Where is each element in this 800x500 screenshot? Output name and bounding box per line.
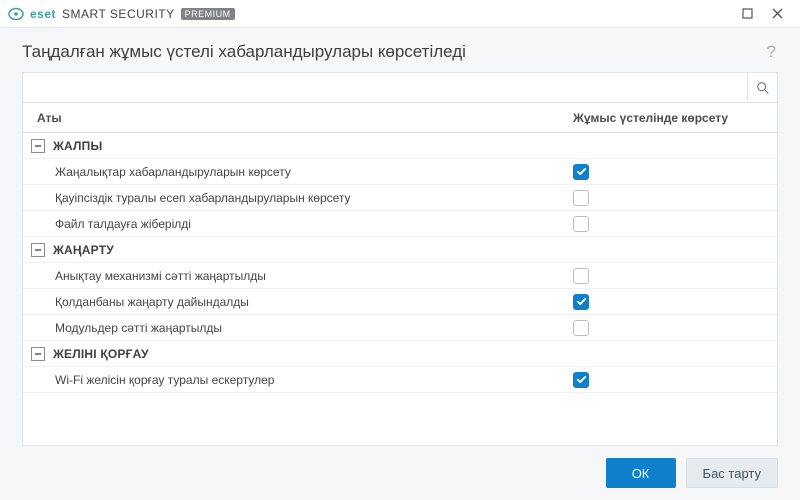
collapse-icon[interactable]	[31, 347, 45, 361]
brand-product: SMART SECURITY	[62, 7, 175, 21]
eset-logo-icon	[8, 6, 24, 22]
help-button[interactable]: ?	[765, 42, 778, 62]
item-row: Wi-Fi желісін қорғау туралы ескертулер	[23, 367, 777, 393]
item-label: Wi-Fi желісін қорғау туралы ескертулер	[55, 373, 573, 387]
show-on-desktop-checkbox[interactable]	[573, 372, 589, 388]
group-label: ЖАЛПЫ	[53, 139, 102, 153]
search-row	[23, 73, 777, 103]
item-label: Қауіпсіздік туралы есеп хабарландырулары…	[55, 191, 573, 205]
brand-badge: PREMIUM	[181, 8, 235, 20]
show-on-desktop-checkbox[interactable]	[573, 190, 589, 206]
titlebar: eset SMART SECURITY PREMIUM	[0, 0, 800, 28]
item-label: Анықтау механизмі сәтті жаңартылды	[55, 269, 573, 283]
collapse-icon[interactable]	[31, 243, 45, 257]
show-on-desktop-checkbox[interactable]	[573, 164, 589, 180]
table-header: Аты Жұмыс үстелінде көрсету	[23, 103, 777, 133]
search-button[interactable]	[747, 73, 777, 102]
content-panel: Аты Жұмыс үстелінде көрсету ЖАЛПЫ Жаңалық…	[22, 72, 778, 446]
brand: eset SMART SECURITY PREMIUM	[8, 6, 235, 22]
dialog-title: Таңдалған жұмыс үстелі хабарландырулары …	[22, 42, 765, 62]
show-on-desktop-checkbox[interactable]	[573, 268, 589, 284]
group-row[interactable]: ЖАЛПЫ	[23, 133, 777, 159]
item-label: Жаңалықтар хабарландыруларын көрсету	[55, 165, 573, 179]
footer: ОК Бас тарту	[0, 446, 800, 500]
item-row: Анықтау механизмі сәтті жаңартылды	[23, 263, 777, 289]
column-name-header[interactable]: Аты	[37, 111, 573, 125]
dialog-header: Таңдалған жұмыс үстелі хабарландырулары …	[0, 28, 800, 72]
search-icon	[756, 81, 770, 95]
collapse-icon[interactable]	[31, 139, 45, 153]
group-label: ЖЕЛІНІ ҚОРҒАУ	[53, 347, 149, 361]
brand-eset: eset	[30, 7, 56, 21]
close-icon	[772, 8, 783, 19]
item-row: Файл талдауға жіберілді	[23, 211, 777, 237]
window-maximize-button[interactable]	[732, 0, 762, 27]
group-row[interactable]: ЖЕЛІНІ ҚОРҒАУ	[23, 341, 777, 367]
maximize-icon	[742, 8, 753, 19]
column-show-header[interactable]: Жұмыс үстелінде көрсету	[573, 111, 763, 125]
window-close-button[interactable]	[762, 0, 792, 27]
show-on-desktop-checkbox[interactable]	[573, 320, 589, 336]
item-row: Қолданбаны жаңарту дайындалды	[23, 289, 777, 315]
show-on-desktop-checkbox[interactable]	[573, 216, 589, 232]
item-row: Жаңалықтар хабарландыруларын көрсету	[23, 159, 777, 185]
group-row[interactable]: ЖАҢАРТУ	[23, 237, 777, 263]
item-row: Модульдер сәтті жаңартылды	[23, 315, 777, 341]
item-label: Файл талдауға жіберілді	[55, 217, 573, 231]
group-label: ЖАҢАРТУ	[53, 243, 114, 257]
item-row: Қауіпсіздік туралы есеп хабарландырулары…	[23, 185, 777, 211]
show-on-desktop-checkbox[interactable]	[573, 294, 589, 310]
cancel-button[interactable]: Бас тарту	[686, 458, 778, 488]
item-label: Қолданбаны жаңарту дайындалды	[55, 295, 573, 309]
table-body: ЖАЛПЫ Жаңалықтар хабарландыруларын көрсет…	[23, 133, 777, 445]
search-input[interactable]	[23, 73, 747, 102]
dialog-window: eset SMART SECURITY PREMIUM Таңдалған жұ…	[0, 0, 800, 500]
item-label: Модульдер сәтті жаңартылды	[55, 321, 573, 335]
ok-button[interactable]: ОК	[606, 458, 676, 488]
